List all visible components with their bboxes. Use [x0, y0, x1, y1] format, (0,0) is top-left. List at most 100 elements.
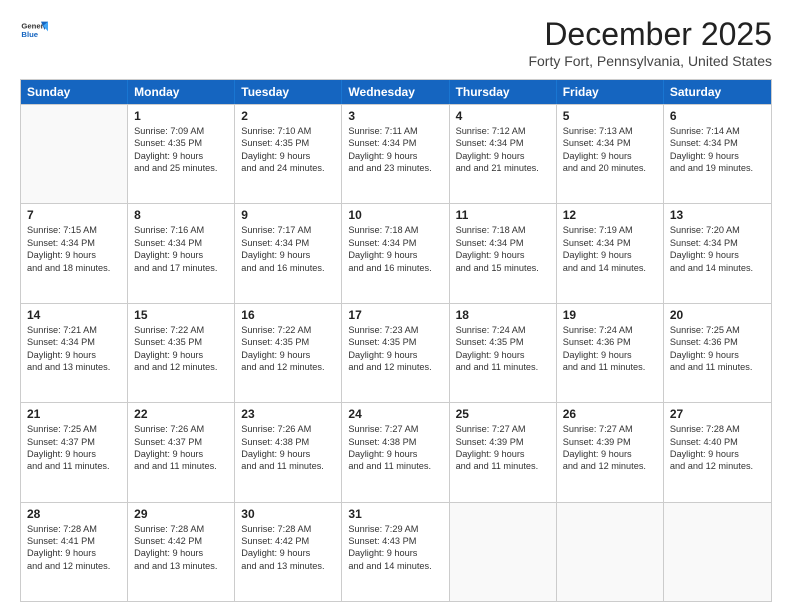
sunrise-text: Sunrise: 7:11 AM	[348, 125, 442, 137]
calendar-week-3: 14Sunrise: 7:21 AMSunset: 4:34 PMDayligh…	[21, 303, 771, 402]
calendar-cell: 30Sunrise: 7:28 AMSunset: 4:42 PMDayligh…	[235, 503, 342, 601]
sunset-text: Sunset: 4:37 PM	[134, 436, 228, 448]
calendar-cell: 15Sunrise: 7:22 AMSunset: 4:35 PMDayligh…	[128, 304, 235, 402]
daylight-text-1: Daylight: 9 hours	[348, 249, 442, 261]
daylight-text-1: Daylight: 9 hours	[563, 249, 657, 261]
sunrise-text: Sunrise: 7:24 AM	[563, 324, 657, 336]
sunrise-text: Sunrise: 7:20 AM	[670, 224, 765, 236]
daylight-text-1: Daylight: 9 hours	[670, 150, 765, 162]
calendar-week-1: 1Sunrise: 7:09 AMSunset: 4:35 PMDaylight…	[21, 104, 771, 203]
day-number: 5	[563, 109, 657, 123]
logo-icon: General Blue	[20, 16, 48, 44]
sunrise-text: Sunrise: 7:25 AM	[27, 423, 121, 435]
daylight-text-2: and and 12 minutes.	[241, 361, 335, 373]
sunset-text: Sunset: 4:34 PM	[670, 237, 765, 249]
daylight-text-2: and and 12 minutes.	[563, 460, 657, 472]
calendar-cell: 18Sunrise: 7:24 AMSunset: 4:35 PMDayligh…	[450, 304, 557, 402]
day-number: 23	[241, 407, 335, 421]
calendar-cell: 5Sunrise: 7:13 AMSunset: 4:34 PMDaylight…	[557, 105, 664, 203]
sunset-text: Sunset: 4:36 PM	[563, 336, 657, 348]
sunset-text: Sunset: 4:34 PM	[563, 237, 657, 249]
sunrise-text: Sunrise: 7:29 AM	[348, 523, 442, 535]
daylight-text-1: Daylight: 9 hours	[563, 448, 657, 460]
sunrise-text: Sunrise: 7:28 AM	[241, 523, 335, 535]
sunset-text: Sunset: 4:35 PM	[134, 336, 228, 348]
daylight-text-2: and and 24 minutes.	[241, 162, 335, 174]
calendar-cell: 24Sunrise: 7:27 AMSunset: 4:38 PMDayligh…	[342, 403, 449, 501]
sunrise-text: Sunrise: 7:15 AM	[27, 224, 121, 236]
calendar-cell: 28Sunrise: 7:28 AMSunset: 4:41 PMDayligh…	[21, 503, 128, 601]
daylight-text-2: and and 13 minutes.	[241, 560, 335, 572]
daylight-text-2: and and 11 minutes.	[134, 460, 228, 472]
day-number: 29	[134, 507, 228, 521]
daylight-text-2: and and 14 minutes.	[348, 560, 442, 572]
calendar-cell: 2Sunrise: 7:10 AMSunset: 4:35 PMDaylight…	[235, 105, 342, 203]
daylight-text-2: and and 20 minutes.	[563, 162, 657, 174]
daylight-text-2: and and 14 minutes.	[670, 262, 765, 274]
sunrise-text: Sunrise: 7:14 AM	[670, 125, 765, 137]
daylight-text-2: and and 16 minutes.	[241, 262, 335, 274]
sunrise-text: Sunrise: 7:24 AM	[456, 324, 550, 336]
sunset-text: Sunset: 4:35 PM	[348, 336, 442, 348]
calendar-cell: 22Sunrise: 7:26 AMSunset: 4:37 PMDayligh…	[128, 403, 235, 501]
sunset-text: Sunset: 4:34 PM	[563, 137, 657, 149]
calendar-cell: 31Sunrise: 7:29 AMSunset: 4:43 PMDayligh…	[342, 503, 449, 601]
day-number: 16	[241, 308, 335, 322]
sunset-text: Sunset: 4:38 PM	[348, 436, 442, 448]
sunrise-text: Sunrise: 7:17 AM	[241, 224, 335, 236]
sunset-text: Sunset: 4:39 PM	[563, 436, 657, 448]
daylight-text-1: Daylight: 9 hours	[670, 349, 765, 361]
sunrise-text: Sunrise: 7:28 AM	[134, 523, 228, 535]
sunrise-text: Sunrise: 7:09 AM	[134, 125, 228, 137]
calendar-cell: 9Sunrise: 7:17 AMSunset: 4:34 PMDaylight…	[235, 204, 342, 302]
sunrise-text: Sunrise: 7:27 AM	[348, 423, 442, 435]
daylight-text-1: Daylight: 9 hours	[348, 150, 442, 162]
sunrise-text: Sunrise: 7:22 AM	[134, 324, 228, 336]
sunset-text: Sunset: 4:34 PM	[241, 237, 335, 249]
day-number: 17	[348, 308, 442, 322]
daylight-text-1: Daylight: 9 hours	[348, 547, 442, 559]
sunrise-text: Sunrise: 7:16 AM	[134, 224, 228, 236]
sunrise-text: Sunrise: 7:23 AM	[348, 324, 442, 336]
daylight-text-1: Daylight: 9 hours	[456, 249, 550, 261]
daylight-text-2: and and 23 minutes.	[348, 162, 442, 174]
sunset-text: Sunset: 4:34 PM	[348, 137, 442, 149]
sunset-text: Sunset: 4:34 PM	[670, 137, 765, 149]
calendar-cell	[557, 503, 664, 601]
daylight-text-1: Daylight: 9 hours	[134, 150, 228, 162]
daylight-text-1: Daylight: 9 hours	[670, 249, 765, 261]
day-number: 7	[27, 208, 121, 222]
calendar-cell: 14Sunrise: 7:21 AMSunset: 4:34 PMDayligh…	[21, 304, 128, 402]
day-number: 25	[456, 407, 550, 421]
sunrise-text: Sunrise: 7:27 AM	[456, 423, 550, 435]
calendar-cell: 3Sunrise: 7:11 AMSunset: 4:34 PMDaylight…	[342, 105, 449, 203]
sunset-text: Sunset: 4:37 PM	[27, 436, 121, 448]
daylight-text-2: and and 11 minutes.	[563, 361, 657, 373]
daylight-text-2: and and 11 minutes.	[456, 361, 550, 373]
day-number: 13	[670, 208, 765, 222]
calendar-header: SundayMondayTuesdayWednesdayThursdayFrid…	[21, 80, 771, 104]
daylight-text-1: Daylight: 9 hours	[241, 547, 335, 559]
day-number: 4	[456, 109, 550, 123]
sunrise-text: Sunrise: 7:25 AM	[670, 324, 765, 336]
header: General Blue December 2025 Forty Fort, P…	[20, 16, 772, 69]
sunset-text: Sunset: 4:41 PM	[27, 535, 121, 547]
day-number: 2	[241, 109, 335, 123]
daylight-text-1: Daylight: 9 hours	[27, 448, 121, 460]
day-number: 10	[348, 208, 442, 222]
header-day-monday: Monday	[128, 80, 235, 104]
daylight-text-2: and and 11 minutes.	[27, 460, 121, 472]
daylight-text-2: and and 13 minutes.	[27, 361, 121, 373]
sunset-text: Sunset: 4:36 PM	[670, 336, 765, 348]
day-number: 31	[348, 507, 442, 521]
daylight-text-1: Daylight: 9 hours	[563, 150, 657, 162]
sunset-text: Sunset: 4:34 PM	[27, 336, 121, 348]
main-title: December 2025	[528, 16, 772, 53]
sunset-text: Sunset: 4:35 PM	[134, 137, 228, 149]
day-number: 21	[27, 407, 121, 421]
sunset-text: Sunset: 4:38 PM	[241, 436, 335, 448]
sunset-text: Sunset: 4:34 PM	[348, 237, 442, 249]
day-number: 6	[670, 109, 765, 123]
day-number: 18	[456, 308, 550, 322]
calendar-body: 1Sunrise: 7:09 AMSunset: 4:35 PMDaylight…	[21, 104, 771, 601]
